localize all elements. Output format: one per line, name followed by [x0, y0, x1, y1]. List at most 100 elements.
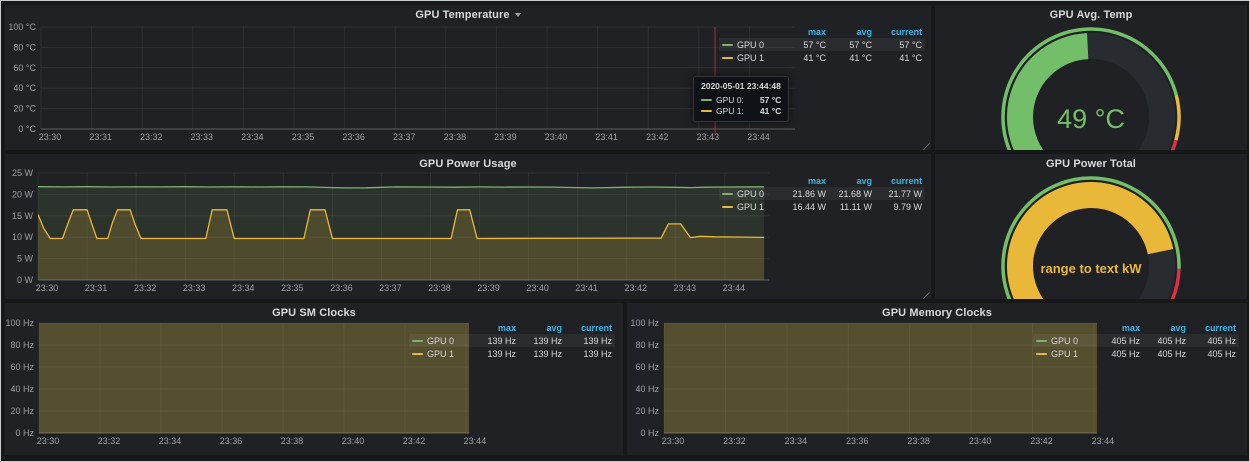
svg-text:23:36: 23:36 [330, 283, 353, 293]
panel-title-text: GPU Memory Clocks [882, 307, 992, 319]
legend-row: GPU 1405 Hz405 Hz405 Hz [1033, 347, 1239, 360]
legend-series-name: GPU 1 [737, 53, 764, 63]
svg-text:23:43: 23:43 [674, 283, 697, 293]
legend-series-toggle[interactable]: GPU 0 [722, 40, 780, 50]
svg-text:23:30: 23:30 [39, 132, 62, 142]
panel-title-gpu-sm-clocks[interactable]: GPU SM Clocks [5, 303, 623, 322]
legend-series-name: GPU 1 [1051, 349, 1078, 359]
svg-text:23:38: 23:38 [428, 283, 451, 293]
svg-text:23:44: 23:44 [1092, 436, 1115, 446]
legend-header-current[interactable]: current [1186, 323, 1236, 333]
svg-text:23:44: 23:44 [464, 436, 487, 446]
legend-series-toggle[interactable]: GPU 1 [722, 202, 780, 212]
legend-row: GPU 1139 Hz139 Hz139 Hz [409, 347, 615, 360]
svg-text:23:44: 23:44 [747, 132, 770, 142]
svg-text:0 W: 0 W [17, 275, 34, 285]
svg-text:23:41: 23:41 [595, 132, 618, 142]
svg-text:20 Hz: 20 Hz [635, 406, 659, 416]
svg-text:0 °C: 0 °C [18, 124, 36, 134]
svg-text:60 °C: 60 °C [13, 63, 36, 73]
legend-series-name: GPU 0 [1051, 336, 1078, 346]
svg-text:23:30: 23:30 [662, 436, 685, 446]
panel-title-gpu-power-total[interactable]: GPU Power Total [935, 154, 1247, 173]
svg-text:23:42: 23:42 [1030, 436, 1053, 446]
dashboard: GPU Temperature 0 °C20 °C40 °C60 °C80 °C… [1, 1, 1249, 459]
legend-header-row: maxavgcurrent [1033, 321, 1239, 334]
svg-text:23:40: 23:40 [545, 132, 568, 142]
legend-header-avg[interactable]: avg [516, 323, 562, 333]
svg-text:23:42: 23:42 [403, 436, 426, 446]
panel-gpu-memory-clocks: GPU Memory Clocks 0 Hz20 Hz40 Hz60 Hz80 … [627, 303, 1247, 455]
svg-text:23:32: 23:32 [134, 283, 157, 293]
svg-text:10 W: 10 W [12, 232, 34, 242]
legend-series-toggle[interactable]: GPU 1 [1036, 349, 1094, 359]
legend-stat-avg: 11.11 W [826, 202, 872, 212]
tooltip-timestamp: 2020-05-01 23:44:48 [701, 81, 781, 91]
svg-text:23:31: 23:31 [89, 132, 112, 142]
legend-stat-max: 16.44 W [780, 202, 826, 212]
series-color-dash-icon [722, 206, 733, 208]
svg-text:15 W: 15 W [12, 211, 34, 221]
legend-header-avg[interactable]: avg [826, 27, 872, 37]
legend-stat-current: 139 Hz [562, 336, 612, 346]
panel-gpu-temperature: GPU Temperature 0 °C20 °C40 °C60 °C80 °C… [5, 5, 931, 150]
legend-stat-max: 405 Hz [1094, 349, 1140, 359]
legend-row: GPU 0405 Hz405 Hz405 Hz [1033, 334, 1239, 347]
legend-header-max[interactable]: max [780, 27, 826, 37]
legend-series-toggle[interactable]: GPU 0 [722, 189, 780, 199]
tooltip-series-name: GPU 1: [716, 106, 744, 116]
legend-row: GPU 1 16.44 W11.11 W9.79 W [719, 200, 925, 213]
legend-header-current[interactable]: current [562, 323, 612, 333]
legend-series-toggle[interactable]: GPU 0 [412, 336, 470, 346]
svg-text:23:37: 23:37 [379, 283, 402, 293]
series-color-dash-icon [722, 193, 733, 195]
svg-text:23:37: 23:37 [393, 132, 416, 142]
legend-series-toggle[interactable]: GPU 1 [722, 53, 780, 63]
svg-text:23:32: 23:32 [140, 132, 163, 142]
svg-text:23:39: 23:39 [494, 132, 517, 142]
svg-text:23:31: 23:31 [85, 283, 108, 293]
panel-title-gpu-power-usage[interactable]: GPU Power Usage [5, 154, 931, 173]
legend-stat-avg: 139 Hz [516, 336, 562, 346]
svg-text:23:38: 23:38 [907, 436, 930, 446]
legend-header-current[interactable]: current [872, 27, 922, 37]
dashboard-row-1: GPU Temperature 0 °C20 °C40 °C60 °C80 °C… [5, 5, 1245, 150]
panel-title-gpu-avg-temp[interactable]: GPU Avg. Temp [935, 5, 1247, 24]
legend-stat-current: 9.79 W [872, 202, 922, 212]
tooltip-series-name: GPU 0: [716, 95, 744, 105]
legend-series-toggle[interactable]: GPU 0 [1036, 336, 1094, 346]
dashboard-row-2: GPU Power Usage 0 W5 W10 W15 W20 W25 W23… [5, 154, 1245, 299]
legend-stat-max: 57 °C [780, 40, 826, 50]
legend-header-row: maxavgcurrent [409, 321, 615, 334]
legend-stat-max: 21.86 W [780, 189, 826, 199]
series-color-dash-icon [1036, 340, 1047, 342]
legend-header-row: maxavgcurrent [719, 174, 925, 187]
svg-text:60 Hz: 60 Hz [635, 362, 659, 372]
legend-header-avg[interactable]: avg [826, 176, 872, 186]
legend-header-avg[interactable]: avg [1140, 323, 1186, 333]
legend-header-max[interactable]: max [470, 323, 516, 333]
svg-text:20 W: 20 W [12, 189, 34, 199]
svg-text:23:40: 23:40 [342, 436, 365, 446]
svg-text:40 °C: 40 °C [13, 83, 36, 93]
svg-text:23:32: 23:32 [98, 436, 121, 446]
legend-header-max[interactable]: max [1094, 323, 1140, 333]
legend-series-name: GPU 1 [737, 202, 764, 212]
svg-text:23:34: 23:34 [241, 132, 264, 142]
graph-tooltip: 2020-05-01 23:44:48 GPU 0:57 °CGPU 1:41 … [693, 76, 789, 122]
svg-text:23:34: 23:34 [159, 436, 182, 446]
legend-series-name: GPU 0 [737, 189, 764, 199]
svg-text:23:33: 23:33 [191, 132, 214, 142]
legend-series-name: GPU 0 [427, 336, 454, 346]
legend-stat-avg: 57 °C [826, 40, 872, 50]
legend-series-toggle[interactable]: GPU 1 [412, 349, 470, 359]
svg-text:23:41: 23:41 [575, 283, 598, 293]
panel-title-gpu-memory-clocks[interactable]: GPU Memory Clocks [627, 303, 1247, 322]
svg-text:40 Hz: 40 Hz [635, 384, 659, 394]
gauge-value-text: 49 °C [1057, 104, 1125, 134]
gauge-value-text: range to text kW [1040, 261, 1142, 276]
panel-title-gpu-temperature[interactable]: GPU Temperature [5, 5, 931, 24]
legend-header-current[interactable]: current [872, 176, 922, 186]
legend-header-max[interactable]: max [780, 176, 826, 186]
legend-row: GPU 0139 Hz139 Hz139 Hz [409, 334, 615, 347]
